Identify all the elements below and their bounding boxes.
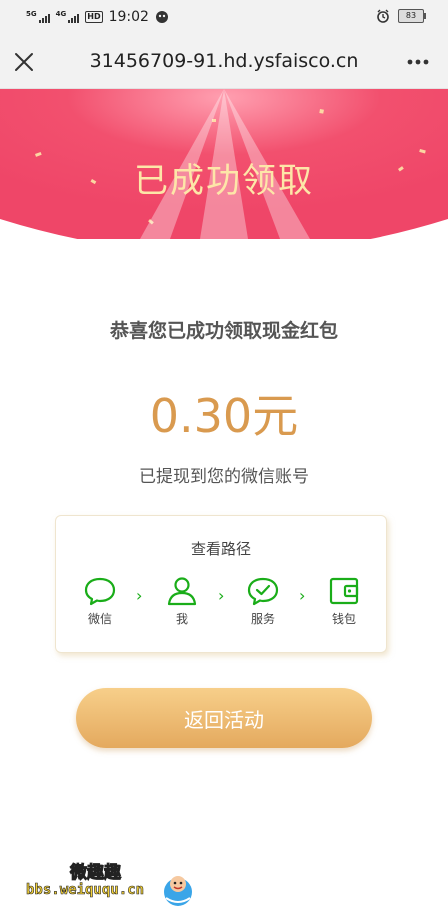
view-path-card: 查看路径 微信 › 我 › 服务 › 钱包 xyxy=(55,515,387,653)
path-step-label: 微信 xyxy=(87,612,112,626)
watermark-logo: 微趣趣 bbs.weiququ.cn xyxy=(26,858,206,910)
signal-4g-icon: 4G xyxy=(56,11,80,23)
hd-badge: HD xyxy=(85,11,103,23)
watermark-top-text: 微趣趣 xyxy=(70,863,122,884)
status-bar: 5G 4G HD 19:02 83 xyxy=(0,0,448,36)
wallet-icon xyxy=(329,577,359,605)
status-bar-right: 83 xyxy=(376,9,426,23)
signal-5g-icon: 5G xyxy=(26,11,50,23)
hero-banner: 已成功领取 xyxy=(0,89,448,239)
battery-icon: 83 xyxy=(398,9,426,23)
chevron-right-icon: › xyxy=(136,586,143,605)
path-step-wallet: 钱包 xyxy=(314,576,374,627)
path-title: 查看路径 xyxy=(190,540,251,558)
hero-title: 已成功领取 xyxy=(134,161,314,201)
status-time: 19:02 xyxy=(108,9,149,25)
congrats-text: 恭喜您已成功领取现金红包 xyxy=(109,320,338,342)
notification-icon xyxy=(155,11,168,23)
alarm-icon xyxy=(377,9,389,23)
path-step-label: 服务 xyxy=(250,612,275,626)
page-url: 31456709-91.hd.ysfaisco.cn xyxy=(89,50,359,72)
path-step-wechat: 微信 xyxy=(70,576,130,627)
back-to-activity-button[interactable]: 返回活动 xyxy=(76,688,372,748)
browser-url-bar: 31456709-91.hd.ysfaisco.cn xyxy=(0,36,448,89)
mascot-icon xyxy=(164,876,192,906)
watermark-url-text: bbs.weiququ.cn xyxy=(26,882,145,899)
wechat-chat-icon xyxy=(84,577,116,606)
amount-value: 0.30元 xyxy=(149,389,299,443)
user-icon xyxy=(167,577,197,606)
chevron-right-icon: › xyxy=(299,586,306,605)
service-check-icon xyxy=(247,577,279,606)
chevron-right-icon: › xyxy=(218,586,225,605)
path-step-service: 服务 xyxy=(233,576,293,627)
path-step-label: 钱包 xyxy=(331,612,356,626)
path-step-label: 我 xyxy=(175,612,188,626)
path-step-me: 我 xyxy=(152,576,212,627)
withdraw-note: 已提现到您的微信账号 xyxy=(139,467,309,487)
status-bar-left: 5G 4G HD 19:02 xyxy=(26,9,169,25)
more-options-icon[interactable] xyxy=(406,52,430,72)
